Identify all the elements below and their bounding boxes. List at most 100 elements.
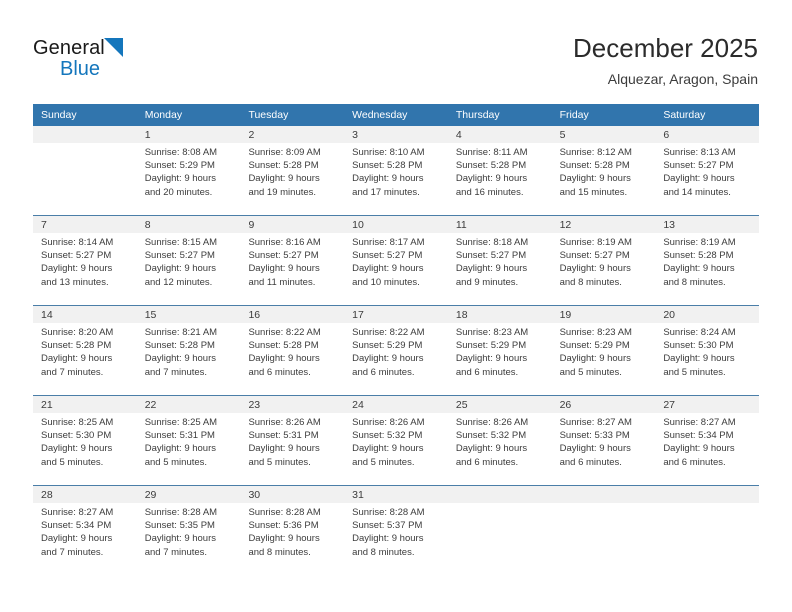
daylight-text-line1: Daylight: 9 hours (41, 533, 113, 545)
calendar-week-row: 28 Sunrise: 8:27 AM Sunset: 5:34 PM Dayligh… (33, 486, 760, 575)
daylight-text-line1: Daylight: 9 hours (248, 263, 320, 275)
day-cell[interactable]: 18 Sunrise: 8:23 AM Sunset: 5:29 PM Dayligh… (447, 306, 552, 395)
day-cell[interactable]: 6 Sunrise: 8:13 AM Sunset: 5:27 PM Daylight… (655, 126, 760, 215)
weekday-header-saturday: Saturday (663, 109, 706, 121)
daylight-text-line2: and 16 minutes. (455, 186, 524, 198)
sunrise-text: Sunrise: 8:08 AM (144, 147, 218, 158)
daylight-text-line2: and 6 minutes. (455, 366, 519, 378)
sunset-text: Sunset: 5:36 PM (248, 520, 319, 532)
day-cell[interactable]: 14 Sunrise: 8:20 AM Sunset: 5:28 PM Dayligh… (33, 306, 137, 395)
day-cell[interactable]: 16 Sunrise: 8:22 AM Sunset: 5:28 PM Dayligh… (240, 306, 345, 395)
day-cell-empty (447, 486, 552, 575)
day-cell[interactable]: 8 Sunrise: 8:15 AM Sunset: 5:27 PM Daylight… (136, 216, 241, 305)
day-cell[interactable]: 21 Sunrise: 8:25 AM Sunset: 5:30 PM Dayligh… (33, 396, 137, 485)
day-cell[interactable]: 1 Sunrise: 8:08 AM Sunset: 5:29 PM Daylight… (136, 126, 241, 215)
day-number: 9 (240, 216, 345, 233)
day-cell[interactable]: 7 Sunrise: 8:14 AM Sunset: 5:27 PM Daylight… (33, 216, 137, 305)
day-number: 25 (447, 396, 552, 413)
daylight-text-line2: and 15 minutes. (559, 186, 628, 198)
day-details (655, 503, 759, 506)
sunset-text: Sunset: 5:34 PM (41, 520, 112, 532)
sunset-text: Sunset: 5:28 PM (559, 160, 630, 172)
sunset-text: Sunset: 5:28 PM (455, 160, 527, 172)
daylight-text-line2: and 6 minutes. (663, 456, 726, 468)
sunrise-text: Sunrise: 8:23 AM (455, 327, 529, 338)
sunrise-text: Sunrise: 8:12 AM (559, 147, 632, 158)
sunrise-text: Sunrise: 8:18 AM (455, 237, 529, 248)
day-cell[interactable]: 3 Sunrise: 8:10 AM Sunset: 5:28 PM Daylight… (344, 126, 448, 215)
daylight-text-line1: Daylight: 9 hours (559, 263, 631, 275)
calendar-grid: Sunday Monday Tuesday Wednesday Thursday Frid… (33, 104, 760, 575)
daylight-text-line2: and 19 minutes. (248, 186, 317, 198)
day-cell[interactable]: 28 Sunrise: 8:27 AM Sunset: 5:34 PM Dayligh… (33, 486, 137, 575)
day-cell[interactable]: 20 Sunrise: 8:24 AM Sunset: 5:30 PM Dayligh… (655, 306, 760, 395)
daylight-text-line2: and 12 minutes. (144, 276, 213, 288)
day-cell[interactable]: 13 Sunrise: 8:19 AM Sunset: 5:28 PM Dayligh… (655, 216, 760, 305)
calendar-page: General Blue December 2025 Alquezar, Ara… (0, 0, 792, 612)
day-number (551, 486, 656, 503)
day-details: Sunrise: 8:25 AM Sunset: 5:31 PM Daylight:… (137, 413, 241, 469)
day-cell[interactable]: 31 Sunrise: 8:28 AM Sunset: 5:37 PM Dayligh… (344, 486, 448, 575)
day-cell[interactable]: 17 Sunrise: 8:22 AM Sunset: 5:29 PM Dayligh… (344, 306, 448, 395)
day-cell[interactable]: 10 Sunrise: 8:17 AM Sunset: 5:27 PM Dayligh… (344, 216, 448, 305)
sunset-text: Sunset: 5:28 PM (663, 250, 734, 262)
day-number: 1 (136, 126, 241, 143)
day-details: Sunrise: 8:14 AM Sunset: 5:27 PM Daylight:… (33, 233, 137, 289)
day-details: Sunrise: 8:23 AM Sunset: 5:29 PM Daylight:… (448, 323, 552, 379)
day-details: Sunrise: 8:11 AM Sunset: 5:28 PM Daylight:… (448, 143, 552, 199)
day-number: 10 (344, 216, 448, 233)
day-number (33, 126, 137, 143)
daylight-text-line1: Daylight: 9 hours (144, 353, 217, 365)
daylight-text-line2: and 6 minutes. (559, 456, 622, 468)
logo-word-general: General (33, 37, 105, 59)
daylight-text-line1: Daylight: 9 hours (248, 353, 320, 365)
day-cell[interactable]: 15 Sunrise: 8:21 AM Sunset: 5:28 PM Dayligh… (136, 306, 241, 395)
daylight-text-line1: Daylight: 9 hours (144, 533, 217, 545)
day-cell[interactable]: 11 Sunrise: 8:18 AM Sunset: 5:27 PM Dayligh… (447, 216, 552, 305)
day-details: Sunrise: 8:21 AM Sunset: 5:28 PM Daylight:… (137, 323, 241, 379)
general-blue-logo[interactable]: General Blue (33, 37, 153, 83)
sunrise-text: Sunrise: 8:26 AM (455, 417, 529, 428)
day-cell[interactable]: 25 Sunrise: 8:26 AM Sunset: 5:32 PM Dayligh… (447, 396, 552, 485)
day-cell[interactable]: 26 Sunrise: 8:27 AM Sunset: 5:33 PM Dayligh… (551, 396, 656, 485)
sunrise-text: Sunrise: 8:27 AM (559, 417, 632, 428)
day-cell-empty (551, 486, 656, 575)
day-details: Sunrise: 8:28 AM Sunset: 5:36 PM Daylight:… (240, 503, 344, 559)
page-header: General Blue December 2025 Alquezar, Ara… (0, 0, 792, 104)
day-number (655, 486, 760, 503)
daylight-text-line1: Daylight: 9 hours (41, 443, 113, 455)
day-details: Sunrise: 8:19 AM Sunset: 5:28 PM Daylight:… (655, 233, 759, 289)
day-cell[interactable]: 2 Sunrise: 8:09 AM Sunset: 5:28 PM Daylight… (240, 126, 345, 215)
sunset-text: Sunset: 5:28 PM (248, 340, 319, 352)
sunrise-text: Sunrise: 8:14 AM (41, 237, 114, 248)
day-cell[interactable]: 29 Sunrise: 8:28 AM Sunset: 5:35 PM Dayligh… (136, 486, 241, 575)
day-cell[interactable]: 27 Sunrise: 8:27 AM Sunset: 5:34 PM Dayligh… (655, 396, 760, 485)
sunrise-text: Sunrise: 8:23 AM (559, 327, 632, 338)
day-cell[interactable]: 22 Sunrise: 8:25 AM Sunset: 5:31 PM Dayligh… (136, 396, 241, 485)
daylight-text-line1: Daylight: 9 hours (144, 443, 217, 455)
daylight-text-line2: and 7 minutes. (144, 366, 208, 378)
sunrise-text: Sunrise: 8:28 AM (144, 507, 218, 518)
logo-word-blue: Blue (60, 58, 101, 80)
day-cell[interactable]: 12 Sunrise: 8:19 AM Sunset: 5:27 PM Dayligh… (551, 216, 656, 305)
daylight-text-line2: and 11 minutes. (248, 276, 316, 288)
day-details: Sunrise: 8:28 AM Sunset: 5:37 PM Daylight:… (344, 503, 448, 559)
day-cell[interactable]: 30 Sunrise: 8:28 AM Sunset: 5:36 PM Dayligh… (240, 486, 345, 575)
daylight-text-line1: Daylight: 9 hours (455, 173, 528, 185)
weekday-header-friday: Friday (559, 109, 589, 121)
day-cell[interactable]: 23 Sunrise: 8:26 AM Sunset: 5:31 PM Dayligh… (240, 396, 345, 485)
daylight-text-line2: and 5 minutes. (41, 456, 104, 468)
sunrise-text: Sunrise: 8:11 AM (455, 147, 528, 158)
day-cell[interactable]: 19 Sunrise: 8:23 AM Sunset: 5:29 PM Dayligh… (551, 306, 656, 395)
day-number: 3 (344, 126, 448, 143)
sunrise-text: Sunrise: 8:15 AM (144, 237, 218, 248)
day-cell[interactable]: 5 Sunrise: 8:12 AM Sunset: 5:28 PM Daylight… (551, 126, 656, 215)
sunrise-text: Sunrise: 8:09 AM (248, 147, 321, 158)
sunset-text: Sunset: 5:27 PM (559, 250, 630, 262)
daylight-text-line1: Daylight: 9 hours (559, 173, 631, 185)
daylight-text-line2: and 13 minutes. (41, 276, 109, 288)
day-cell[interactable]: 4 Sunrise: 8:11 AM Sunset: 5:28 PM Daylight… (447, 126, 552, 215)
day-cell[interactable]: 9 Sunrise: 8:16 AM Sunset: 5:27 PM Daylight… (240, 216, 345, 305)
day-cell[interactable]: 24 Sunrise: 8:26 AM Sunset: 5:32 PM Dayligh… (344, 396, 448, 485)
daylight-text-line2: and 5 minutes. (663, 366, 726, 378)
